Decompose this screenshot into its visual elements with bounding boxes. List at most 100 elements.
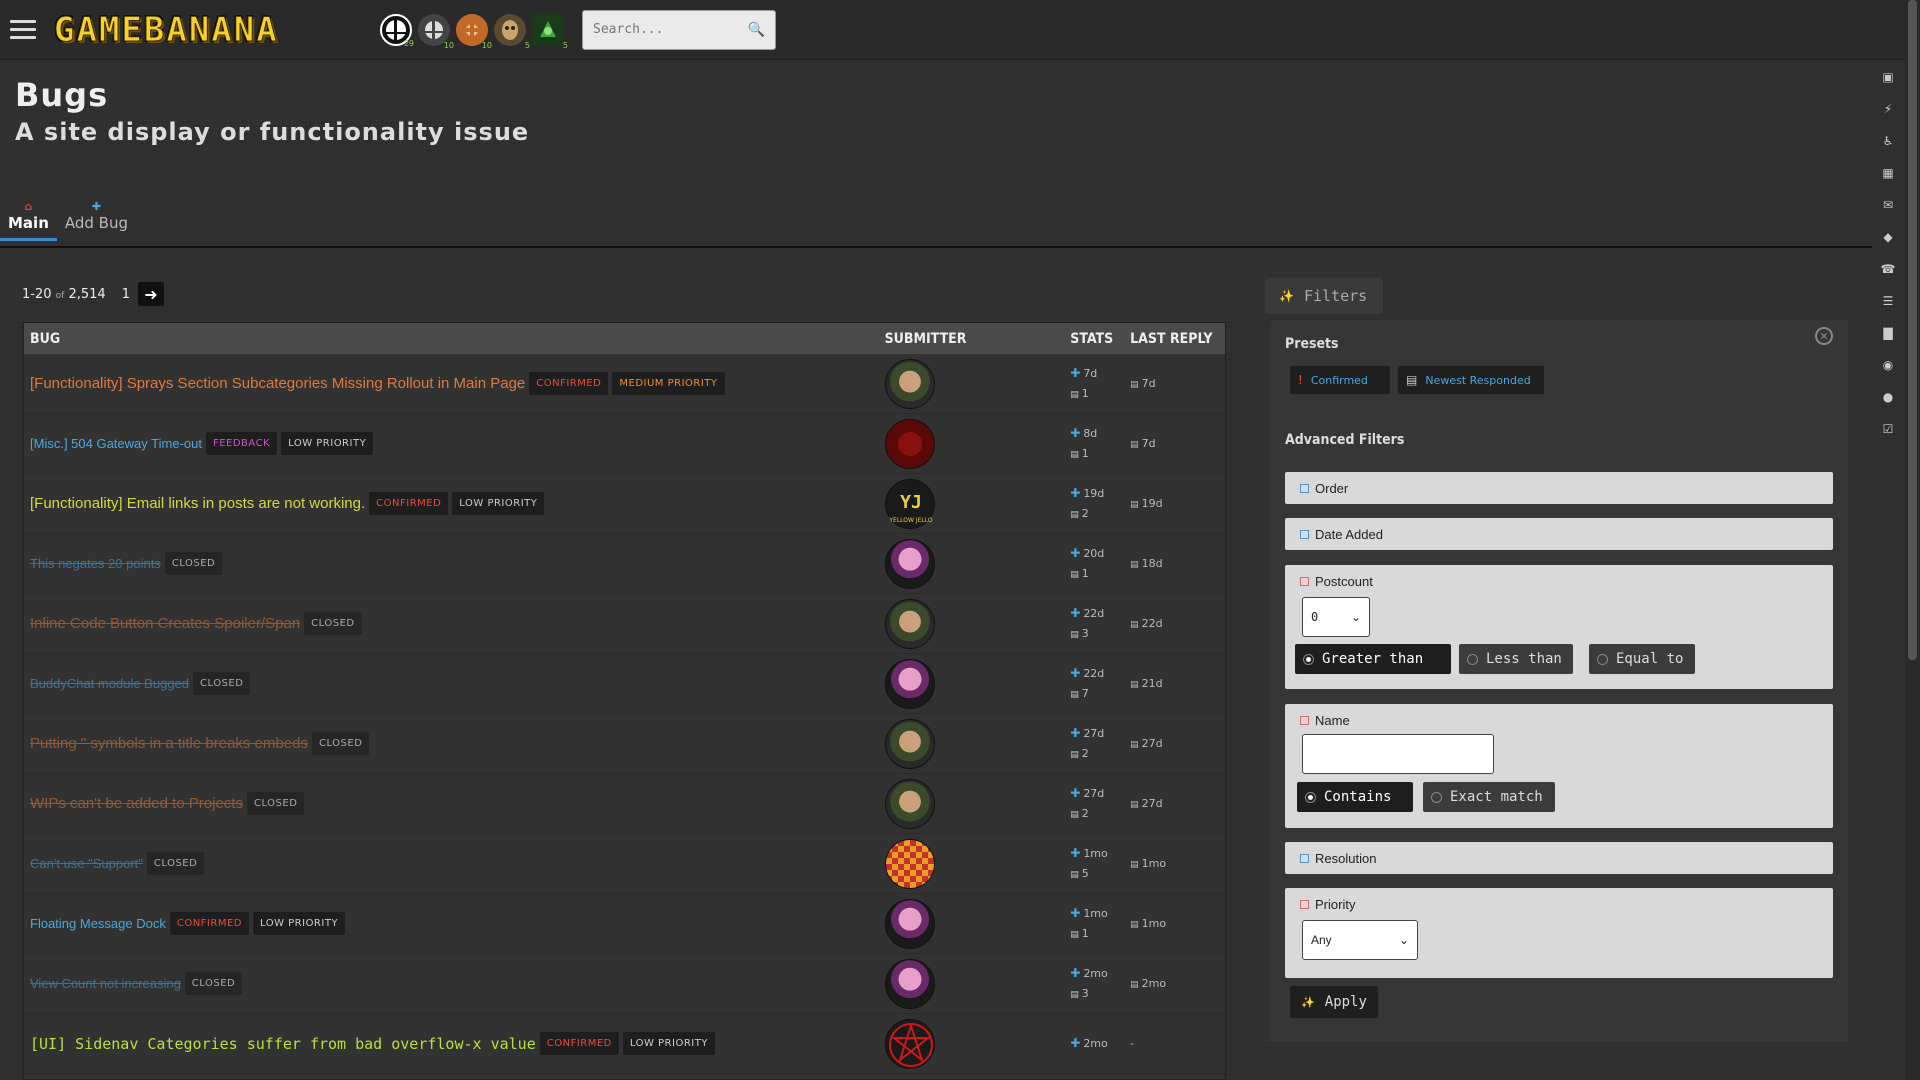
game-icon-smash-melee[interactable]: 10 [418,13,454,50]
bug-title-link[interactable]: [Functionality] Email links in posts are… [30,495,365,512]
bug-title-link[interactable]: Can't use "Support" [30,856,143,871]
last-reply-time[interactable]: 7d [1142,377,1156,390]
filter-name-label: Name [1315,712,1350,728]
last-reply-time[interactable]: 1mo [1142,917,1166,930]
search-input[interactable]: Search... 🔍 [582,9,776,50]
bug-title-link[interactable]: WIPs can't be added to Projects [30,795,243,812]
avatar[interactable] [884,958,935,1009]
last-reply-time[interactable]: 27d [1142,797,1163,810]
game-icon-smash-ultimate[interactable]: 29 [380,13,414,48]
postcount-value: 0 [1311,610,1319,624]
col-bug-header[interactable]: BUG [24,331,885,347]
preset-confirmed[interactable]: ! Confirmed [1290,366,1390,394]
dz-icon[interactable]: ▣ [1879,70,1897,84]
next-page-button[interactable]: ➜ [137,282,164,306]
preset-newest-responded[interactable]: ▤ Newest Responded [1398,366,1544,394]
resolution-checkbox[interactable] [1300,853,1309,863]
filter-resolution[interactable]: Resolution [1285,842,1833,874]
diamond-icon[interactable]: ◆ [1879,230,1897,244]
postcount-less-than[interactable]: Less than [1459,644,1573,674]
submitter-cell [884,778,1071,829]
apply-button[interactable]: ✨ Apply [1290,986,1378,1018]
plus-icon: ✚ [1070,425,1081,440]
lightning-icon[interactable]: ⚡ [1879,102,1897,116]
table-row: Floating Message Dock CONFIRMED LOW PRIORI… [24,894,1225,954]
date-added-checkbox[interactable] [1300,529,1309,539]
filter-resolution-label: Resolution [1315,850,1377,866]
avatar[interactable] [884,718,935,769]
avatar[interactable] [884,418,935,469]
filter-date-added[interactable]: Date Added [1285,518,1833,550]
tab-main[interactable]: ⌂ Main [0,198,57,241]
last-reply-time[interactable]: 1mo [1142,857,1166,870]
vote-icon[interactable]: ☑ [1879,422,1897,436]
bug-title-link[interactable]: BuddyChat module Bugged [30,676,189,691]
avatar[interactable] [884,778,935,829]
last-reply-time[interactable]: 27d [1142,737,1163,750]
site-logo[interactable]: GAMEBANANA [54,9,364,50]
menu-icon[interactable] [0,0,46,60]
postcount-greater-than[interactable]: Greater than [1295,644,1451,674]
last-reply-time[interactable]: 22d [1142,617,1163,630]
col-submitter-header[interactable]: SUBMITTER [885,331,1071,347]
priority-select[interactable]: Any ⌄ [1302,920,1418,960]
game-icon-half-life[interactable]: 5 [494,13,530,50]
bug-title-link[interactable]: [Misc.] 504 Gateway Time-out [30,436,202,451]
game-icon-counter-strike[interactable]: 5 [532,13,568,50]
mail-icon[interactable]: ✉ [1879,198,1897,212]
chart-icon[interactable]: ▇ [1879,326,1897,340]
last-reply-time[interactable]: 18d [1142,557,1163,570]
bank-icon[interactable]: ♿ [1879,134,1897,148]
avatar[interactable] [884,838,935,889]
plus-icon: ✚ [1070,965,1081,980]
col-last-reply-header[interactable]: LAST REPLY [1130,331,1225,347]
chat-icon[interactable]: ☎ [1879,262,1897,276]
postcount-equal-to[interactable]: Equal to [1589,644,1695,674]
stack-icon[interactable]: ☰ [1879,294,1897,308]
bug-title-link[interactable]: Floating Message Dock [30,916,166,931]
game-icon-tf2[interactable]: 10 [456,13,492,50]
bug-title-link[interactable]: Inline Code Button Creates Spoiler/Span [30,615,300,632]
close-icon[interactable]: ✕ [1815,327,1833,345]
last-reply-time[interactable]: - [1130,1037,1134,1050]
filters-toggle-button[interactable]: ✨ Filters [1265,278,1383,314]
name-checkbox[interactable] [1300,715,1309,725]
last-reply-time[interactable]: 7d [1142,437,1156,450]
avatar[interactable] [884,358,935,409]
bug-title-link[interactable]: [Functionality] Sprays Section Subcatego… [30,375,525,392]
submitter-cell [884,358,1071,409]
globe-icon[interactable]: ◉ [1879,358,1897,372]
bug-title-link[interactable]: Putting " symbols in a title breaks embe… [30,735,308,752]
pager-page-1[interactable]: 1 [122,287,130,302]
bug-title-link[interactable]: View Count not increasing [30,976,181,991]
name-contains[interactable]: Contains [1297,782,1413,812]
avatar[interactable] [884,538,935,589]
avatar[interactable] [884,598,935,649]
pin-icon[interactable]: ● [1879,390,1897,404]
last-reply-time[interactable]: 19d [1142,497,1163,510]
grid-icon[interactable]: ▦ [1879,166,1897,180]
name-input[interactable] [1302,734,1494,774]
avatar[interactable] [884,898,935,949]
filters-toggle-label: Filters [1303,287,1368,305]
status-badge: CONFIRMED [369,492,449,515]
avatar[interactable]: YJ YELLOW JELLO [884,478,935,529]
col-stats-header[interactable]: STATS [1070,331,1130,347]
avatar[interactable] [884,1018,935,1069]
tab-add-bug[interactable]: ✚ Add Bug [57,198,136,241]
bug-title-link[interactable]: [UI] Sidenav Categories suffer from bad … [30,1035,536,1053]
last-reply-cell: ▤ 7d [1130,437,1225,450]
search-icon[interactable]: 🔍 [748,22,765,38]
last-reply-time[interactable]: 2mo [1142,977,1166,990]
last-reply-time[interactable]: 21d [1142,677,1163,690]
bug-title-link[interactable]: This negates 20 points [30,556,161,571]
name-exact-match[interactable]: Exact match [1423,782,1555,812]
filter-order[interactable]: Order [1285,472,1833,504]
avatar[interactable] [884,658,935,709]
status-badge: CONFIRMED [169,912,249,935]
priority-checkbox[interactable] [1300,899,1309,909]
postcount-select[interactable]: 0 ⌄ [1302,597,1370,637]
order-checkbox[interactable] [1300,483,1309,493]
postcount-checkbox[interactable] [1300,576,1309,586]
scrollbar-thumb[interactable] [1908,0,1917,660]
